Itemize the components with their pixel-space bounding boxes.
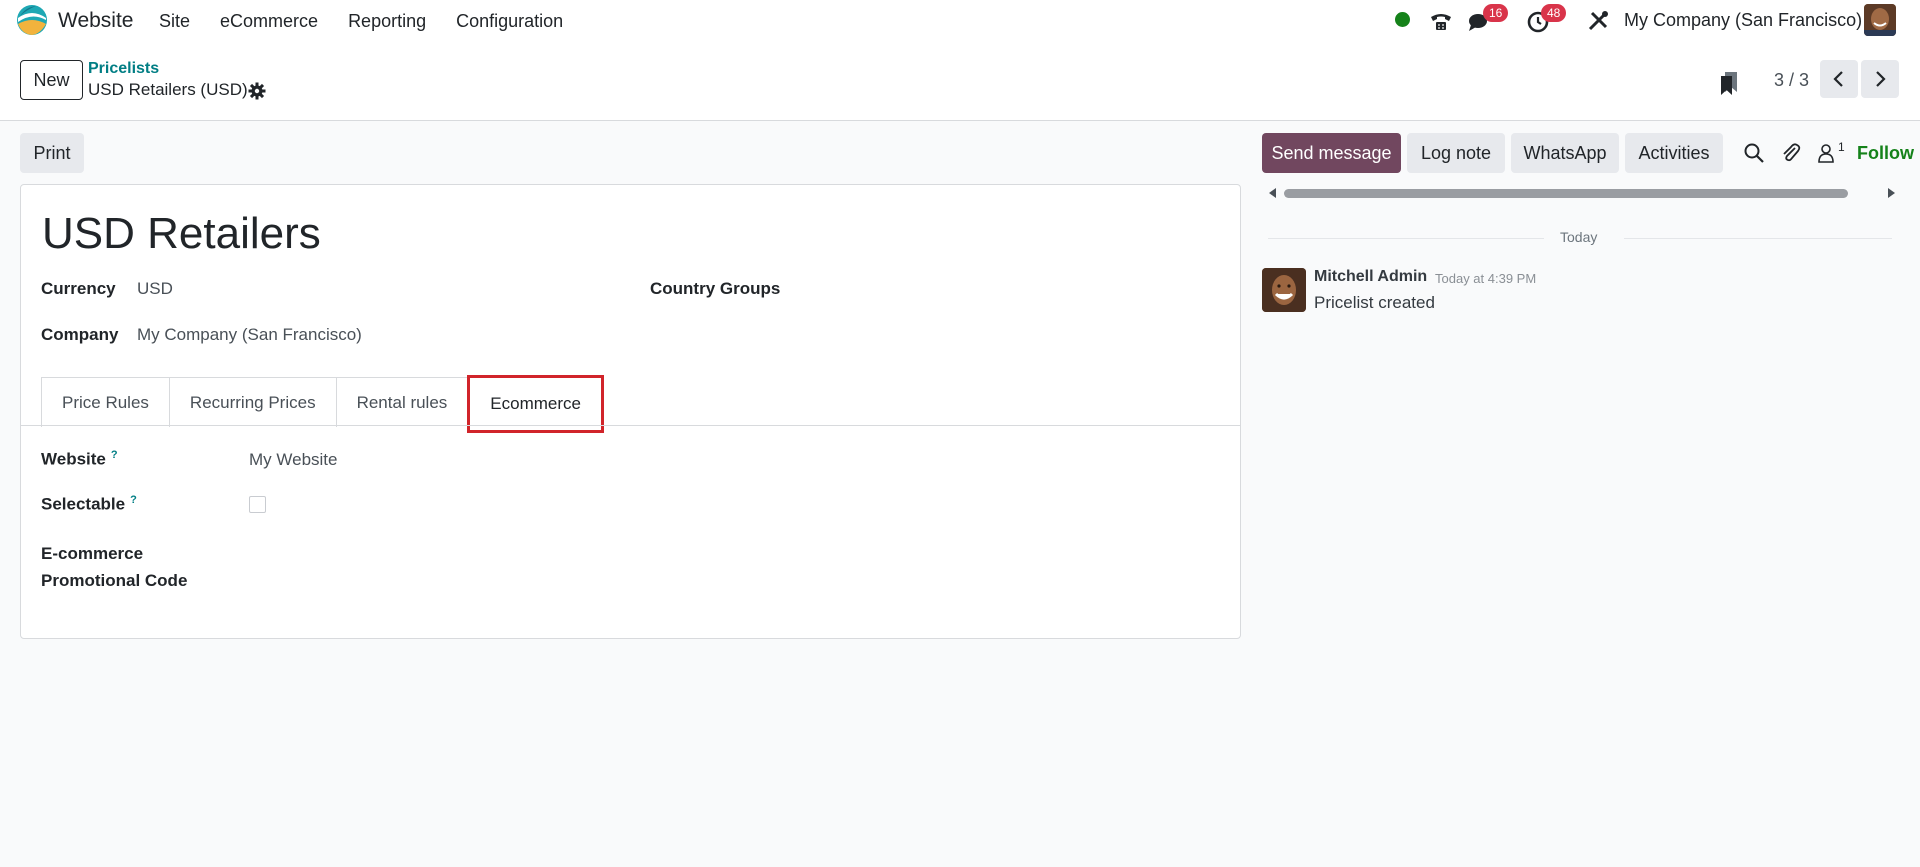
- chevron-right-icon: [1876, 71, 1886, 87]
- menu-reporting[interactable]: Reporting: [348, 11, 426, 32]
- selectable-label-text: Selectable: [41, 494, 126, 514]
- selectable-checkbox[interactable]: [249, 496, 266, 513]
- pager-next-button[interactable]: [1861, 60, 1899, 98]
- promo-code-label-line1: E-commerce: [41, 544, 144, 563]
- print-button[interactable]: Print: [20, 133, 84, 173]
- chatter-scrollbar[interactable]: [1268, 187, 1904, 199]
- tab-recurring-prices[interactable]: Recurring Prices: [168, 377, 337, 427]
- activities-button[interactable]: Activities: [1625, 133, 1723, 173]
- phone-icon[interactable]: [1428, 8, 1454, 34]
- pager-value[interactable]: 3 / 3: [1774, 70, 1809, 91]
- online-status-icon: [1395, 12, 1410, 27]
- chevron-left-icon: [1833, 71, 1843, 87]
- date-separator-label: Today: [1560, 229, 1598, 245]
- menu-configuration[interactable]: Configuration: [456, 11, 563, 32]
- pricelist-name[interactable]: USD Retailers: [42, 209, 321, 259]
- followers-count: 1: [1838, 140, 1845, 154]
- website-field[interactable]: My Website: [249, 450, 338, 470]
- separator-line-left: [1268, 238, 1544, 239]
- bookmark-icon[interactable]: [1718, 70, 1740, 96]
- notebook-tabs: Price Rules Recurring Prices Rental rule…: [41, 375, 604, 433]
- scroll-right-icon[interactable]: [1886, 187, 1896, 199]
- menu-ecommerce[interactable]: eCommerce: [220, 11, 318, 32]
- follow-button[interactable]: Follow: [1857, 143, 1920, 164]
- paperclip-icon[interactable]: [1780, 142, 1802, 164]
- website-label: Website?: [41, 449, 118, 470]
- company-switcher[interactable]: My Company (San Francisco): [1624, 10, 1862, 31]
- website-help-icon[interactable]: ?: [111, 449, 118, 461]
- currency-field[interactable]: USD: [137, 279, 173, 299]
- tools-icon[interactable]: [1585, 8, 1611, 34]
- top-navbar: Website Site eCommerce Reporting Configu…: [0, 0, 1920, 42]
- menu-site[interactable]: Site: [159, 11, 190, 32]
- scrollbar-thumb[interactable]: [1284, 189, 1848, 198]
- tab-rental-rules[interactable]: Rental rules: [335, 377, 469, 427]
- main-menu: Site eCommerce Reporting Configuration: [159, 11, 593, 32]
- breadcrumb-pricelists[interactable]: Pricelists: [88, 60, 159, 78]
- app-name[interactable]: Website: [58, 9, 133, 33]
- gear-icon[interactable]: [248, 82, 266, 100]
- messages-badge: 16: [1483, 4, 1509, 22]
- promo-code-label: E-commerce Promotional Code: [41, 540, 187, 594]
- promo-code-label-line2: Promotional Code: [41, 571, 188, 590]
- followers-icon[interactable]: [1815, 142, 1837, 164]
- message-body: Pricelist created: [1314, 293, 1435, 312]
- new-button[interactable]: New: [20, 60, 83, 100]
- website-label-text: Website: [41, 449, 106, 469]
- currency-label: Currency: [41, 279, 116, 298]
- send-message-button[interactable]: Send message: [1262, 133, 1401, 173]
- user-avatar[interactable]: [1864, 4, 1896, 36]
- scroll-left-icon[interactable]: [1268, 187, 1278, 199]
- selectable-label: Selectable?: [41, 494, 137, 515]
- company-field[interactable]: My Company (San Francisco): [137, 325, 362, 345]
- tab-price-rules[interactable]: Price Rules: [41, 377, 170, 427]
- message-timestamp: Today at 4:39 PM: [1435, 271, 1537, 286]
- form-sheet: USD Retailers Currency USD Country Group…: [20, 184, 1241, 639]
- separator-line-right: [1624, 238, 1892, 239]
- search-icon[interactable]: [1743, 142, 1765, 164]
- activities-badge: 48: [1541, 4, 1567, 22]
- date-separator: Today: [1268, 229, 1892, 247]
- control-panel: New Pricelists USD Retailers (USD) 3 / 3: [0, 42, 1920, 121]
- log-note-button[interactable]: Log note: [1407, 133, 1505, 173]
- website-app-icon[interactable]: [16, 4, 48, 36]
- breadcrumb-current-record: USD Retailers (USD): [88, 80, 248, 99]
- message-author[interactable]: Mitchell Admin: [1314, 268, 1427, 286]
- selectable-help-icon[interactable]: ?: [130, 494, 137, 506]
- tabs-divider: [21, 425, 1240, 426]
- whatsapp-button[interactable]: WhatsApp: [1511, 133, 1619, 173]
- country-groups-label: Country Groups: [650, 279, 781, 298]
- pager-previous-button[interactable]: [1820, 60, 1858, 98]
- company-label: Company: [41, 325, 119, 344]
- message-author-avatar[interactable]: [1262, 268, 1306, 312]
